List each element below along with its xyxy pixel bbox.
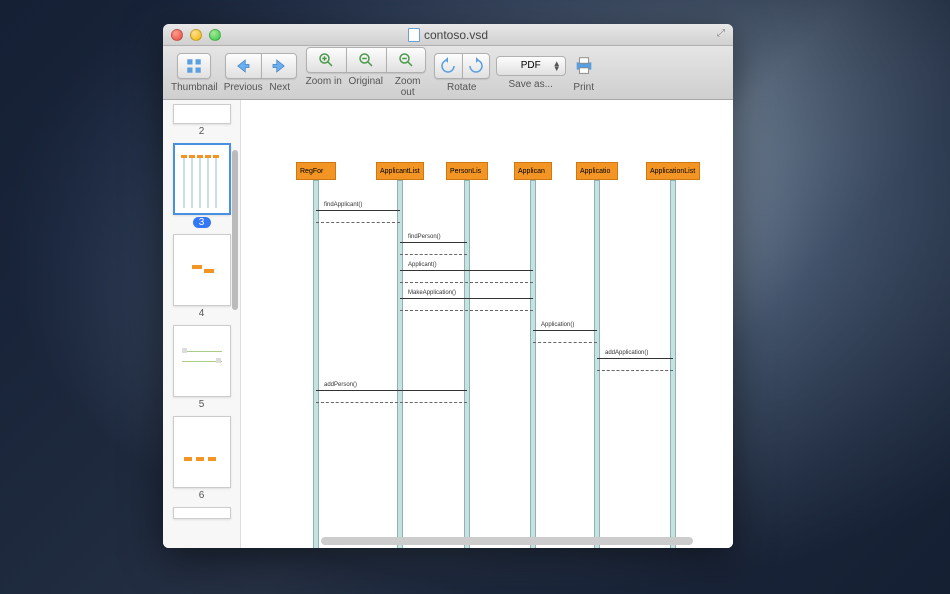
zoom-original-icon xyxy=(357,51,375,69)
message-return-0 xyxy=(316,222,400,223)
save-group: PDF ▲▼ Save as... xyxy=(496,56,566,90)
message-arrow-1 xyxy=(400,242,467,243)
actor-box-5: ApplicationList xyxy=(646,162,700,180)
lifeline-1 xyxy=(397,180,403,548)
rotate-right-icon xyxy=(467,57,485,75)
lifeline-2 xyxy=(464,180,470,548)
rotate-group: Rotate xyxy=(434,53,490,93)
original-button[interactable] xyxy=(346,47,386,73)
save-as-label: Save as... xyxy=(508,79,552,90)
window-title-wrap: contoso.vsd xyxy=(163,28,733,42)
lifeline-0 xyxy=(313,180,319,548)
zoom-out-icon xyxy=(397,51,415,69)
save-format-value: PDF xyxy=(521,60,541,71)
fullscreen-icon[interactable]: ⤢ xyxy=(717,28,727,38)
arrow-right-icon xyxy=(270,57,288,75)
next-button[interactable] xyxy=(261,53,297,79)
thumbnail-page-6[interactable] xyxy=(173,416,231,488)
message-return-3 xyxy=(400,310,533,311)
message-label-0: findApplicant() xyxy=(324,202,362,208)
document-icon xyxy=(408,28,420,42)
actor-box-2: PersonLis xyxy=(446,162,488,180)
rotate-label: Rotate xyxy=(447,82,476,93)
message-arrow-3 xyxy=(400,298,533,299)
thumbnail-label: Thumbnail xyxy=(171,82,218,93)
save-format-select[interactable]: PDF ▲▼ xyxy=(496,56,566,76)
thumbnail-sidebar[interactable]: 2 3 4 xyxy=(163,100,241,548)
message-arrow-2 xyxy=(400,270,533,271)
content-area: 2 3 4 xyxy=(163,100,733,548)
actor-box-0: RegFor xyxy=(296,162,336,180)
message-return-1 xyxy=(400,254,467,255)
message-arrow-6 xyxy=(316,390,467,391)
message-return-2 xyxy=(400,282,533,283)
nav-group: Previous Next xyxy=(224,53,298,93)
app-window: contoso.vsd ⤢ Thumbnail Previous Next xyxy=(163,24,733,548)
actor-box-3: Applican xyxy=(514,162,552,180)
rotate-left-icon xyxy=(439,57,457,75)
zoom-group: Zoom in Original Zoom out xyxy=(304,47,428,98)
message-return-4 xyxy=(533,342,597,343)
lifeline-5 xyxy=(670,180,676,548)
message-label-6: addPerson() xyxy=(324,382,357,388)
rotate-right-button[interactable] xyxy=(462,53,490,79)
message-label-5: addApplication() xyxy=(605,350,648,356)
thumbnail-group: Thumbnail xyxy=(171,53,218,93)
sequence-diagram: RegFor ApplicantList PersonLis Applican Appl… xyxy=(261,100,733,528)
zoom-out-label: Zoom out xyxy=(388,76,428,98)
print-group: Print xyxy=(572,53,596,93)
titlebar[interactable]: contoso.vsd ⤢ xyxy=(163,24,733,46)
previous-button[interactable] xyxy=(225,53,261,79)
zoom-in-button[interactable] xyxy=(306,47,346,73)
thumbnail-label-3: 3 xyxy=(193,217,211,228)
message-arrow-0 xyxy=(316,210,400,211)
actor-box-4: Applicatio xyxy=(576,162,618,180)
message-return-5 xyxy=(597,370,673,371)
original-label: Original xyxy=(346,76,386,98)
message-return-6 xyxy=(316,402,467,403)
lifeline-3 xyxy=(530,180,536,548)
thumbnail-page-4[interactable] xyxy=(173,234,231,306)
sidebar-scrollbar[interactable] xyxy=(232,150,238,310)
lifeline-4 xyxy=(594,180,600,548)
thumbnail-page-3[interactable] xyxy=(173,143,231,215)
thumbnail-label-2: 2 xyxy=(163,126,240,137)
message-arrow-5 xyxy=(597,358,673,359)
thumbnail-label-6: 6 xyxy=(163,490,240,501)
thumbnail-button[interactable] xyxy=(177,53,211,79)
zoom-in-label: Zoom in xyxy=(304,76,344,98)
previous-label: Previous xyxy=(224,82,260,93)
thumbnail-page-5[interactable] xyxy=(173,325,231,397)
thumbnail-label-4: 4 xyxy=(163,308,240,319)
toolbar: Thumbnail Previous Next xyxy=(163,46,733,100)
thumbnail-page-partial[interactable] xyxy=(173,104,231,124)
thumbnail-page-partial-bottom[interactable] xyxy=(173,507,231,519)
message-label-3: MakeApplication() xyxy=(408,290,456,296)
thumbnail-icon xyxy=(185,57,203,75)
window-title: contoso.vsd xyxy=(424,28,488,42)
next-label: Next xyxy=(262,82,298,93)
thumbnail-label-5: 5 xyxy=(163,399,240,410)
actor-box-1: ApplicantList xyxy=(376,162,424,180)
zoom-out-button[interactable] xyxy=(386,47,426,73)
arrow-left-icon xyxy=(234,57,252,75)
print-icon[interactable] xyxy=(572,55,596,77)
diagram-canvas[interactable]: RegFor ApplicantList PersonLis Applican Appl… xyxy=(241,100,733,548)
print-label: Print xyxy=(573,82,594,93)
message-label-1: findPerson() xyxy=(408,234,441,240)
rotate-left-button[interactable] xyxy=(434,53,462,79)
message-label-2: Applicant() xyxy=(408,262,437,268)
message-label-4: Application() xyxy=(541,322,574,328)
zoom-in-icon xyxy=(317,51,335,69)
select-arrows-icon: ▲▼ xyxy=(553,61,561,71)
message-arrow-4 xyxy=(533,330,597,331)
horizontal-scrollbar[interactable] xyxy=(321,537,693,545)
